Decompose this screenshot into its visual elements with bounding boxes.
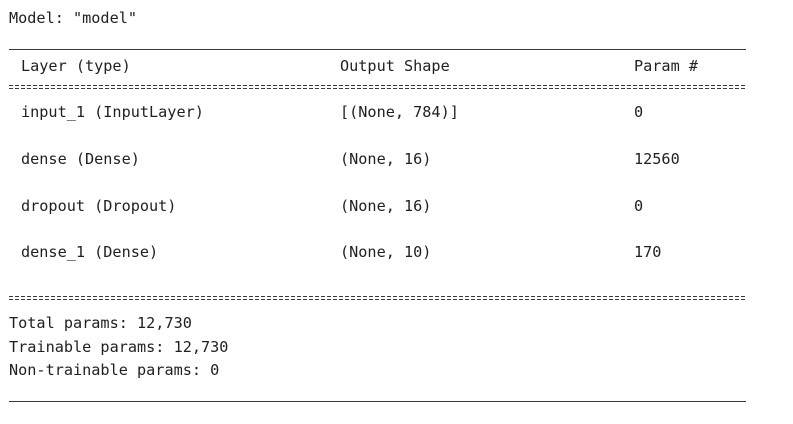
table-row-params: 0 — [634, 103, 644, 121]
footer-double-divider — [9, 296, 746, 300]
table-row-params: 0 — [634, 197, 644, 215]
header-layer-type: Layer (type) — [21, 57, 131, 75]
table-row-params: 170 — [634, 243, 662, 261]
table-row-layer: dense_1 (Dense) — [21, 243, 159, 261]
table-row-layer: input_1 (InputLayer) — [21, 103, 204, 121]
table-row-shape: (None, 16) — [340, 150, 432, 168]
table-row-shape: (None, 16) — [340, 197, 432, 215]
non-trainable-params: Non-trainable params: 0 — [9, 361, 220, 379]
bottom-divider — [9, 401, 746, 402]
table-row-params: 12560 — [634, 150, 680, 168]
table-row-shape: (None, 10) — [340, 243, 432, 261]
model-summary: Model: "model" Layer (type) Output Shape… — [0, 0, 793, 424]
table-row-layer: dense (Dense) — [21, 150, 140, 168]
model-name-line: Model: "model" — [9, 9, 138, 27]
header-output-shape: Output Shape — [340, 57, 450, 75]
total-params: Total params: 12,730 — [9, 314, 192, 332]
top-divider — [9, 49, 746, 50]
header-param-count: Param # — [634, 57, 699, 75]
table-row-shape: [(None, 784)] — [340, 103, 459, 121]
table-row-layer: dropout (Dropout) — [21, 197, 177, 215]
trainable-params: Trainable params: 12,730 — [9, 338, 229, 356]
header-double-divider — [9, 85, 746, 89]
